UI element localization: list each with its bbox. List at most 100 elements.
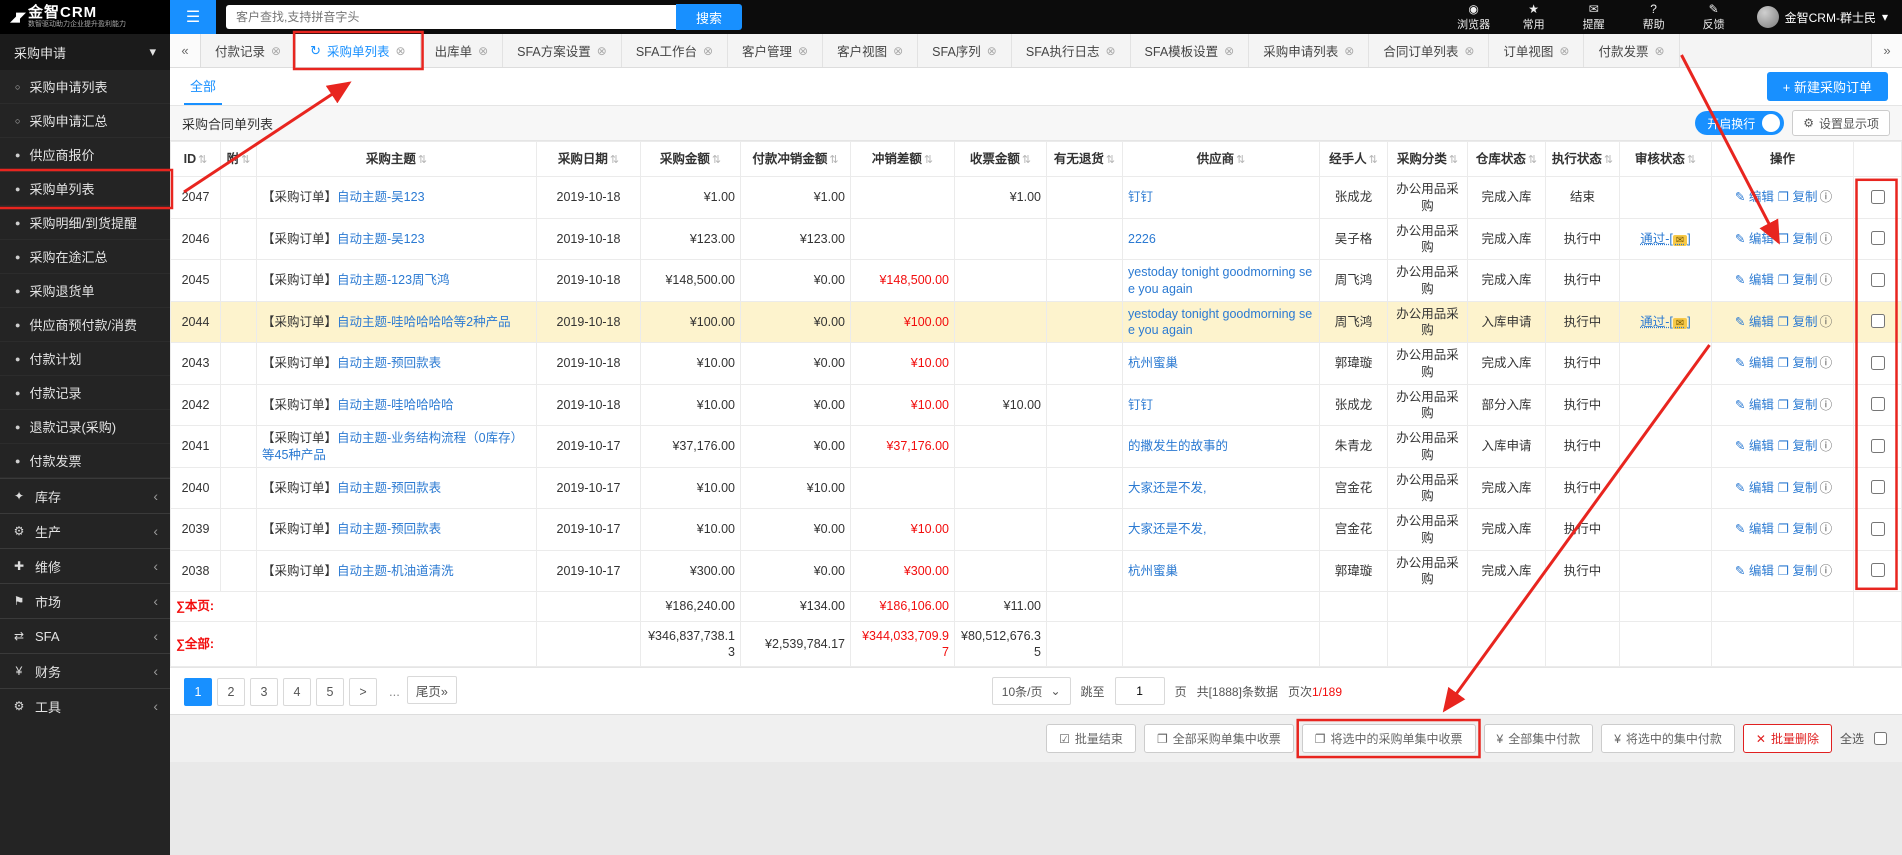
copy-link[interactable]: ❐ 复制	[1778, 315, 1818, 329]
sidebar-section-finance[interactable]: ¥ 财务 ‹	[0, 653, 170, 688]
tab-item[interactable]: 客户视图 ⊗	[823, 34, 919, 67]
close-icon[interactable]: ⊗	[1344, 44, 1354, 58]
page-button[interactable]: 尾页»	[406, 676, 457, 705]
search-button[interactable]: 搜索	[676, 4, 743, 30]
batch-finish-button[interactable]: ☑ 批量结束	[1046, 724, 1136, 754]
new-purchase-order-button[interactable]: + 新建采购订单	[1766, 72, 1888, 101]
close-icon[interactable]: ⊗	[478, 44, 488, 58]
column-header[interactable]: 有无退货 ⇅	[1046, 140, 1123, 178]
sidebar-item[interactable]: ○ 采购申请汇总	[0, 104, 170, 138]
column-header[interactable]: 采购主题 ⇅	[256, 140, 537, 178]
edit-link[interactable]: ✎ 编辑	[1735, 273, 1774, 287]
tab-item[interactable]: 订单视图 ⊗	[1489, 34, 1585, 67]
theme-link[interactable]: 自动主题-机油道清洗	[337, 564, 454, 578]
jump-page-input[interactable]	[1114, 677, 1165, 706]
edit-link[interactable]: ✎ 编辑	[1735, 315, 1774, 329]
wrap-toggle[interactable]: 开启换行	[1695, 111, 1785, 135]
tab-item[interactable]: SFA方案设置 ⊗	[503, 34, 622, 67]
tab-item[interactable]: SFA工作台 ⊗	[621, 34, 729, 67]
supplier-link[interactable]: 杭州蜜巢	[1128, 356, 1178, 370]
row-checkbox[interactable]	[1871, 231, 1885, 246]
row-checkbox[interactable]	[1871, 438, 1885, 453]
copy-link[interactable]: ❐ 复制	[1778, 522, 1818, 536]
row-checkbox[interactable]	[1871, 480, 1885, 495]
tab-all[interactable]: 全部	[184, 68, 223, 105]
sort-icon[interactable]: ⇅	[1528, 154, 1537, 166]
supplier-link[interactable]: yestoday tonight goodmorning see you aga…	[1128, 307, 1312, 337]
theme-link[interactable]: 自动主题-预回款表	[337, 522, 441, 536]
topnav-help[interactable]: ? 帮助	[1625, 2, 1683, 32]
edit-link[interactable]: ✎ 编辑	[1735, 398, 1774, 412]
edit-link[interactable]: ✎ 编辑	[1735, 481, 1774, 495]
edit-link[interactable]: ✎ 编辑	[1735, 356, 1774, 370]
column-header[interactable]: 审核状态 ⇅	[1619, 140, 1712, 178]
sidebar-item[interactable]: ● 供应商报价	[0, 138, 170, 172]
theme-link[interactable]: 自动主题-吴123	[337, 190, 425, 204]
per-page-select[interactable]: 10条/页 ⌄	[991, 677, 1071, 706]
copy-link[interactable]: ❐ 复制	[1778, 481, 1818, 495]
column-header[interactable]: 付款冲销金额 ⇅	[740, 140, 851, 178]
theme-link[interactable]: 自动主题-哇哈哈哈哈	[337, 398, 454, 412]
sort-icon[interactable]: ⇅	[1687, 154, 1696, 166]
display-settings-button[interactable]: ⚙ 设置显示项	[1792, 110, 1890, 136]
collect-selected-invoice-button[interactable]: ❐ 将选中的采购单集中收票	[1301, 724, 1476, 754]
close-icon[interactable]: ⊗	[1654, 44, 1664, 58]
pay-selected-button[interactable]: ¥ 将选中的集中付款	[1601, 724, 1735, 754]
info-icon[interactable]: ⓘ	[1820, 190, 1833, 204]
copy-link[interactable]: ❐ 复制	[1778, 398, 1818, 412]
topnav-feedback[interactable]: ✎ 反馈	[1685, 2, 1743, 32]
info-icon[interactable]: ⓘ	[1820, 439, 1833, 453]
row-checkbox[interactable]	[1871, 521, 1885, 536]
tab-item[interactable]: SFA模板设置 ⊗	[1130, 34, 1250, 67]
sidebar-item[interactable]: ● 采购明细/到货提醒	[0, 206, 170, 240]
batch-delete-button[interactable]: ✕ 批量删除	[1742, 724, 1832, 754]
sidebar-item[interactable]: ● 付款计划	[0, 342, 170, 376]
row-checkbox[interactable]	[1871, 314, 1885, 329]
audit-status-link[interactable]: 通过-[✉]	[1640, 315, 1691, 329]
row-checkbox[interactable]	[1871, 355, 1885, 370]
close-icon[interactable]: ⊗	[987, 44, 997, 58]
info-icon[interactable]: ⓘ	[1820, 232, 1833, 246]
sort-icon[interactable]: ⇅	[1604, 154, 1613, 166]
column-header[interactable]: 经手人 ⇅	[1319, 140, 1388, 178]
pay-all-button[interactable]: ¥ 全部集中付款	[1483, 724, 1594, 754]
supplier-link[interactable]: 钉钉	[1128, 190, 1153, 204]
sort-icon[interactable]: ⇅	[241, 154, 250, 166]
close-icon[interactable]: ⊗	[597, 44, 607, 58]
sidebar-item[interactable]: ● 供应商预付款/消费	[0, 308, 170, 342]
sidebar-item[interactable]: ● 退款记录(采购)	[0, 410, 170, 444]
tabs-scroll-right-button[interactable]: »	[1871, 34, 1902, 67]
copy-link[interactable]: ❐ 复制	[1778, 232, 1818, 246]
sort-icon[interactable]: ⇅	[1369, 154, 1378, 166]
row-checkbox[interactable]	[1871, 189, 1885, 204]
sidebar-section-inventory[interactable]: ✦ 库存 ‹	[0, 478, 170, 513]
topnav-star[interactable]: ★ 常用	[1505, 2, 1563, 32]
close-icon[interactable]: ⊗	[271, 44, 281, 58]
theme-link[interactable]: 自动主题-预回款表	[337, 481, 441, 495]
close-icon[interactable]: ⊗	[893, 44, 903, 58]
sort-icon[interactable]: ⇅	[198, 154, 207, 166]
page-button[interactable]: 3	[250, 677, 278, 706]
sidebar-section-tools[interactable]: ⚙ 工具 ‹	[0, 688, 170, 723]
supplier-link[interactable]: 钉钉	[1128, 398, 1153, 412]
tab-item[interactable]: 付款发票 ⊗	[1584, 34, 1680, 67]
row-checkbox[interactable]	[1871, 272, 1885, 287]
edit-link[interactable]: ✎ 编辑	[1735, 522, 1774, 536]
info-icon[interactable]: ⓘ	[1820, 398, 1833, 412]
sort-icon[interactable]: ⇅	[1106, 154, 1115, 166]
page-button[interactable]: 1	[184, 677, 212, 706]
info-icon[interactable]: ⓘ	[1820, 522, 1833, 536]
close-icon[interactable]: ⊗	[703, 44, 713, 58]
select-all[interactable]: 全选	[1840, 729, 1890, 748]
supplier-link[interactable]: 大家还是不发,	[1128, 481, 1206, 495]
column-header[interactable]: 采购金额 ⇅	[640, 140, 741, 178]
theme-link[interactable]: 自动主题-吴123	[337, 232, 425, 246]
sidebar-section-production[interactable]: ⚙ 生产 ‹	[0, 513, 170, 548]
sidebar-section-market[interactable]: ⚑ 市场 ‹	[0, 583, 170, 618]
close-icon[interactable]: ⊗	[1105, 44, 1115, 58]
topnav-browser[interactable]: ◉ 浏览器	[1445, 2, 1503, 32]
tab-item[interactable]: 采购申请列表 ⊗	[1249, 34, 1370, 67]
column-header[interactable]: 供应商 ⇅	[1122, 140, 1320, 178]
tab-item[interactable]: 付款记录 ⊗	[201, 34, 297, 67]
tab-item[interactable]: SFA序列 ⊗	[918, 34, 1012, 67]
